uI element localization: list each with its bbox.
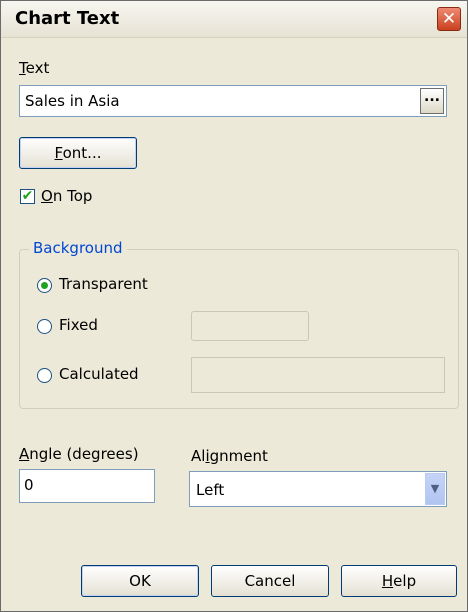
angle-label: Angle (degrees) (19, 445, 139, 463)
title-bar[interactable]: Chart Text ✕ (1, 1, 467, 38)
dialog-title: Chart Text (15, 8, 120, 29)
help-accel: H (381, 572, 394, 590)
help-button[interactable]: Help (341, 565, 457, 597)
calculated-radio[interactable] (37, 368, 52, 383)
chart-text-dialog: Chart Text ✕ Text Sales in Asia ... Font… (0, 0, 468, 612)
text-label-rest: ext (25, 59, 50, 77)
browse-button[interactable]: ... (420, 88, 444, 114)
font-button-label: ont... (62, 144, 102, 162)
text-label-accel: T (19, 59, 26, 77)
chevron-down-icon: ▼ (430, 482, 440, 495)
alignment-label: Alignment (191, 447, 268, 465)
transparent-radio[interactable] (37, 278, 52, 293)
font-button[interactable]: Font... (19, 137, 137, 169)
fixed-radio[interactable] (37, 319, 52, 334)
background-legend: Background (29, 239, 127, 257)
text-label: Text (19, 59, 49, 77)
ok-button[interactable]: OK (81, 565, 199, 597)
alignment-label-rest: gnment (209, 447, 268, 465)
dropdown-button[interactable]: ▼ (425, 473, 445, 505)
alignment-label-pre: Al (191, 447, 206, 465)
on-top-accel: O (41, 187, 53, 205)
calculated-expression-field (191, 357, 445, 393)
on-top-checkbox[interactable]: ✔ (20, 189, 35, 204)
on-top-label-rest: n Top (52, 187, 93, 205)
alignment-value: Left (196, 481, 225, 499)
cancel-label: Cancel (244, 572, 296, 590)
angle-label-rest: ngle (degrees) (29, 445, 139, 463)
angle-label-accel: A (19, 445, 30, 463)
angle-input[interactable]: 0 (19, 469, 155, 503)
transparent-label[interactable]: Transparent (59, 275, 148, 293)
chart-text-value[interactable]: Sales in Asia (25, 92, 120, 110)
font-button-accel: F (54, 144, 63, 162)
fixed-color-box (191, 311, 309, 341)
angle-value[interactable]: 0 (24, 476, 34, 494)
ellipsis-icon: ... (424, 89, 440, 105)
fixed-label[interactable]: Fixed (59, 316, 98, 334)
help-label: elp (393, 572, 417, 590)
close-icon: ✕ (441, 9, 457, 29)
on-top-label[interactable]: On Top (41, 187, 92, 205)
cancel-button[interactable]: Cancel (211, 565, 329, 597)
checkmark-icon: ✔ (21, 188, 34, 204)
close-button[interactable]: ✕ (437, 7, 461, 31)
ok-label: OK (129, 572, 151, 590)
alignment-select[interactable]: Left ▼ (189, 471, 447, 507)
calculated-label[interactable]: Calculated (59, 365, 139, 383)
chart-text-input[interactable]: Sales in Asia ... (19, 85, 447, 117)
